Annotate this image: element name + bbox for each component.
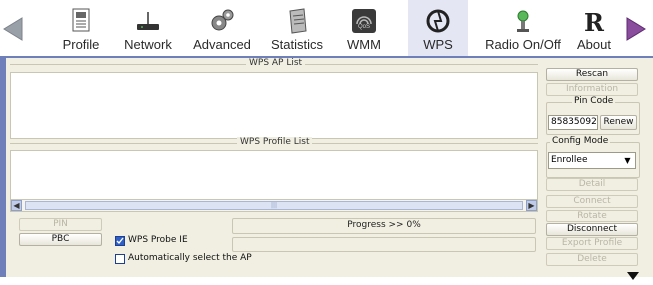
toolbar-about-label: About	[577, 37, 611, 52]
toolbar-wps-button[interactable]: WPS	[408, 0, 468, 56]
wps-icon	[423, 6, 453, 36]
config-mode-label: Config Mode	[550, 136, 611, 146]
wps-window: Profile Network Advanced Statistics QoS	[0, 0, 653, 280]
about-logo-letter: R	[584, 8, 604, 37]
detail-button[interactable]: Detail	[546, 178, 638, 191]
wps-ap-listbox[interactable]	[10, 72, 538, 139]
toolbar-profile-label: Profile	[62, 37, 100, 52]
network-router-icon	[133, 6, 163, 36]
chevron-down-icon[interactable]: ▼	[621, 154, 634, 167]
toolbar-statistics-label: Statistics	[270, 37, 323, 52]
toolbar-wmm-label: WMM	[347, 37, 381, 52]
forward-arrow-icon[interactable]	[625, 16, 647, 42]
pin-code-field[interactable]: 85835092	[548, 115, 598, 130]
auto-select-ap-checkbox[interactable]	[115, 254, 125, 264]
disconnect-button[interactable]: Disconnect	[546, 223, 638, 236]
toolbar: Profile Network Advanced Statistics QoS	[0, 0, 653, 56]
scroll-thumb[interactable]: |||	[25, 201, 523, 210]
pin-button[interactable]: PIN	[19, 218, 102, 231]
progress-bar: Progress >> 0%	[232, 218, 536, 234]
profile-icon	[66, 6, 96, 36]
information-button[interactable]: Information	[546, 83, 638, 96]
config-mode-value: Enrollee	[551, 155, 588, 165]
statistics-notepad-icon	[282, 6, 312, 36]
scroll-right-icon[interactable]: ▶	[526, 200, 537, 211]
collapse-arrow-icon[interactable]	[626, 266, 640, 280]
rotate-button[interactable]: Rotate	[546, 210, 638, 222]
toolbar-wps-label: WPS	[423, 37, 453, 52]
toolbar-advanced-label: Advanced	[193, 37, 251, 52]
status-field	[232, 237, 536, 252]
rescan-button[interactable]: Rescan	[546, 68, 638, 81]
toolbar-radio-label: Radio On/Off	[485, 37, 561, 52]
toolbar-network-button[interactable]: Network	[118, 0, 178, 56]
toolbar-statistics-button[interactable]: Statistics	[265, 0, 329, 56]
toolbar-network-label: Network	[124, 37, 172, 52]
toolbar-about-button[interactable]: R About	[572, 0, 616, 56]
toolbar-radio-button[interactable]: Radio On/Off	[478, 0, 568, 56]
progress-text: Progress >> 0%	[347, 220, 421, 230]
wps-profile-listbox[interactable]	[10, 150, 538, 200]
profile-list-title: WPS Profile List	[237, 137, 313, 147]
export-profile-button[interactable]: Export Profile	[546, 237, 638, 250]
auto-select-ap-label: Automatically select the AP	[128, 253, 252, 263]
ap-list-title: WPS AP List	[246, 58, 306, 68]
about-r-logo-icon: R	[579, 6, 609, 37]
wps-probe-ie-label: WPS Probe IE	[128, 235, 188, 245]
renew-button[interactable]: Renew	[600, 115, 637, 130]
toolbar-profile-button[interactable]: Profile	[52, 0, 110, 56]
toolbar-advanced-button[interactable]: Advanced	[191, 0, 253, 56]
wmm-qos-icon: QoS	[349, 6, 379, 36]
connect-button[interactable]: Connect	[546, 195, 638, 208]
config-mode-select[interactable]: Enrollee ▼	[548, 152, 636, 169]
radio-antenna-icon	[508, 6, 538, 36]
toolbar-wmm-button[interactable]: QoS WMM	[344, 0, 384, 56]
pin-code-label: Pin Code	[572, 96, 616, 106]
delete-button[interactable]: Delete	[546, 253, 638, 266]
wps-probe-ie-checkbox[interactable]	[115, 236, 125, 246]
pbc-button[interactable]: PBC	[19, 233, 102, 246]
wmm-qos-badge: QoS	[357, 24, 370, 30]
back-arrow-icon[interactable]	[2, 16, 24, 42]
scroll-left-icon[interactable]: ◀	[11, 200, 22, 211]
profile-list-hscrollbar[interactable]: ◀ ||| ▶	[10, 199, 538, 212]
gears-icon	[207, 6, 237, 36]
